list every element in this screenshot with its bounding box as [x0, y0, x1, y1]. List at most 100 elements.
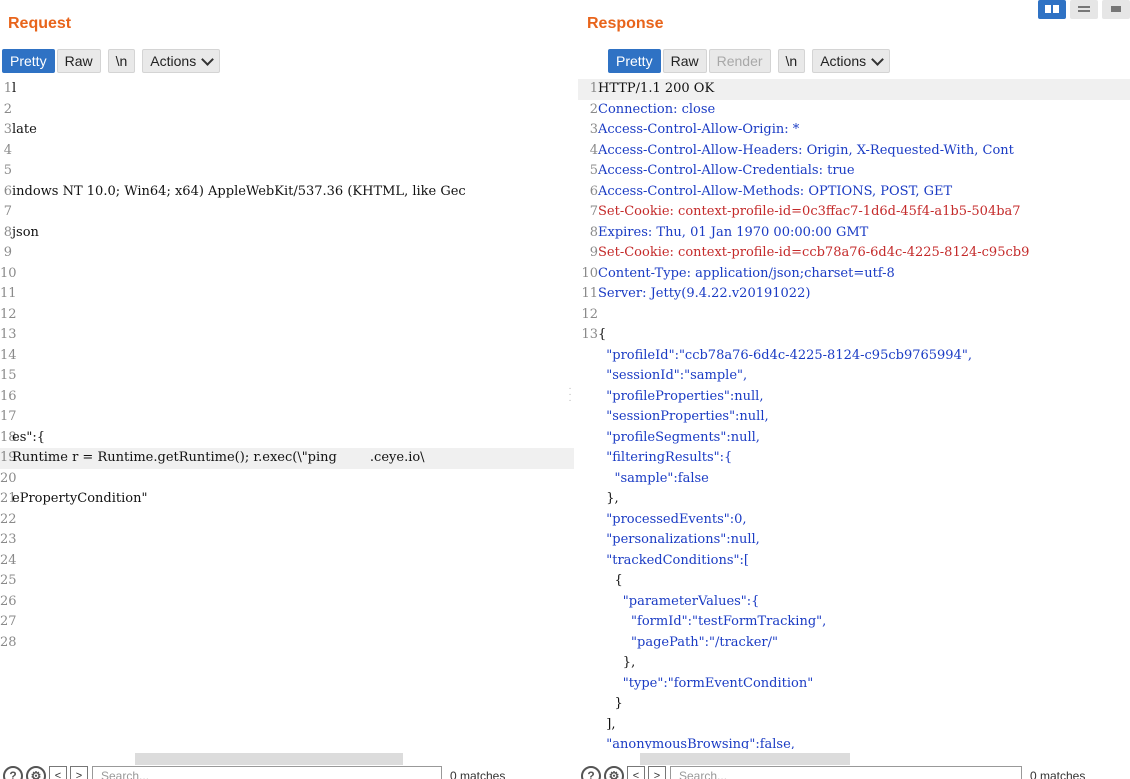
line-text: "anonymousBrowsing":false, — [598, 737, 795, 749]
line-text: Set-Cookie: context-profile-id=0c3ffac7-… — [598, 204, 1021, 219]
response-tab-render[interactable]: Render — [708, 49, 771, 73]
code-line: { — [578, 571, 1130, 592]
line-text: "profileSegments":null, — [598, 429, 760, 445]
line-number: 7 — [3, 204, 12, 219]
actions-label: Actions — [820, 53, 867, 69]
line-number: 8 — [589, 224, 598, 240]
prev-icon[interactable]: < — [49, 766, 67, 779]
line-number: 28 — [0, 634, 17, 650]
code-line: }, — [578, 653, 1130, 674]
response-tab-raw[interactable]: Raw — [662, 49, 707, 73]
code-line: 3Access-Control-Allow-Origin: * — [578, 120, 1130, 141]
code-line: } — [578, 694, 1130, 715]
code-line: 4 — [0, 141, 574, 162]
request-newline-toggle[interactable]: \n — [107, 49, 136, 73]
code-line: "pagePath":"/tracker/" — [578, 633, 1130, 654]
code-line: 28 — [0, 633, 574, 654]
response-newline-toggle[interactable]: \n — [777, 49, 806, 73]
next-icon[interactable]: > — [648, 766, 666, 779]
code-line: "profileProperties":null, — [578, 387, 1130, 408]
code-line: "sessionId":"sample", — [578, 366, 1130, 387]
line-number: 9 — [3, 245, 12, 260]
gear-icon[interactable]: ⚙ — [26, 766, 46, 779]
line-text: { — [598, 573, 623, 588]
help-icon[interactable]: ? — [581, 766, 601, 779]
line-text: ePropertyCondition" — [12, 491, 148, 506]
code-line: 7 — [0, 202, 574, 223]
line-number: 2 — [3, 101, 12, 117]
code-line: 8json — [0, 223, 574, 244]
line-text: Content-Type: application/json;charset=u… — [598, 265, 895, 281]
code-line: 18es":{ — [0, 428, 574, 449]
help-icon[interactable]: ? — [3, 766, 23, 779]
code-line: 15 — [0, 366, 574, 387]
code-line: 9Set-Cookie: context-profile-id=ccb78a76… — [578, 243, 1130, 264]
line-text: Connection: close — [598, 101, 716, 117]
line-number: 9 — [589, 245, 598, 260]
line-number: 11 — [581, 286, 598, 301]
code-line: 23 — [0, 530, 574, 551]
line-text: Access-Control-Allow-Methods: OPTIONS, P… — [598, 183, 953, 199]
line-number: 13 — [581, 327, 598, 342]
code-line: 27 — [0, 612, 574, 633]
code-line: 13 — [0, 325, 574, 346]
code-line: 1HTTP/1.1 200 OK — [578, 79, 1130, 100]
request-tab-raw[interactable]: Raw — [56, 49, 101, 73]
code-line: 3late — [0, 120, 574, 141]
line-number: 6 — [589, 183, 598, 199]
code-line: 22 — [0, 510, 574, 531]
line-text: "sessionId":"sample", — [598, 368, 748, 383]
code-line: 2Connection: close — [578, 100, 1130, 121]
line-number: 4 — [589, 142, 598, 158]
code-line: 10Content-Type: application/json;charset… — [578, 264, 1130, 285]
line-number: 15 — [0, 368, 17, 383]
code-line: "personalizations":null, — [578, 530, 1130, 551]
code-line: 4Access-Control-Allow-Headers: Origin, X… — [578, 141, 1130, 162]
request-search-input[interactable]: Search... — [92, 766, 442, 779]
line-text: es":{ — [12, 429, 45, 445]
code-line: "parameterValues":{ — [578, 592, 1130, 613]
line-number: 24 — [0, 552, 17, 568]
single-view-icon[interactable] — [1102, 0, 1130, 19]
response-actions-button[interactable]: Actions — [812, 49, 891, 73]
code-line: 20 — [0, 469, 574, 490]
line-number: 1 — [589, 81, 598, 96]
request-title: Request — [8, 15, 72, 32]
code-line: 5 — [0, 161, 574, 182]
next-icon[interactable]: > — [70, 766, 88, 779]
request-actions-button[interactable]: Actions — [142, 49, 221, 73]
line-text: indows NT 10.0; Win64; x64) AppleWebKit/… — [12, 183, 466, 199]
line-number: 7 — [589, 204, 598, 219]
columns-view-icon[interactable] — [1038, 0, 1066, 19]
gear-icon[interactable]: ⚙ — [604, 766, 624, 779]
line-text: "trackedConditions":[ — [598, 552, 749, 568]
line-text: Expires: Thu, 01 Jan 1970 00:00:00 GMT — [598, 224, 869, 240]
response-pane: Response Pretty Raw Render \n Actions 1H… — [578, 0, 1130, 779]
code-line: 11 — [0, 284, 574, 305]
line-text: }, — [598, 655, 636, 670]
line-number: 10 — [0, 265, 17, 281]
drag-handle-icon[interactable]: · · · — [568, 384, 572, 406]
code-line: }, — [578, 489, 1130, 510]
request-tab-pretty[interactable]: Pretty — [2, 49, 55, 73]
response-tab-pretty[interactable]: Pretty — [608, 49, 661, 73]
line-text: "type":"formEventCondition" — [598, 675, 814, 691]
line-text: "personalizations":null, — [598, 532, 760, 547]
code-line: "profileSegments":null, — [578, 428, 1130, 449]
code-line: 12 — [0, 305, 574, 326]
response-search-input[interactable]: Search... — [670, 766, 1022, 779]
line-number: 25 — [0, 573, 17, 588]
response-title: Response — [587, 15, 664, 32]
line-text: "processedEvents":0, — [598, 511, 747, 527]
line-text: Access-Control-Allow-Origin: * — [598, 122, 800, 137]
chevron-down-icon — [871, 52, 884, 66]
prev-icon[interactable]: < — [627, 766, 645, 779]
rows-view-icon[interactable] — [1070, 0, 1098, 19]
code-line: 9 — [0, 243, 574, 264]
response-editor[interactable]: 1HTTP/1.1 200 OK 2Connection: close 3Acces… — [578, 79, 1130, 749]
code-line: 12 — [578, 305, 1130, 326]
line-text: Access-Control-Allow-Credentials: true — [598, 163, 855, 178]
code-line: 17 — [0, 407, 574, 428]
request-editor[interactable]: 1l 2 3late 4 5 6indows NT 10.0; Win64; x64) A… — [0, 79, 574, 749]
line-text: ], — [598, 716, 616, 732]
